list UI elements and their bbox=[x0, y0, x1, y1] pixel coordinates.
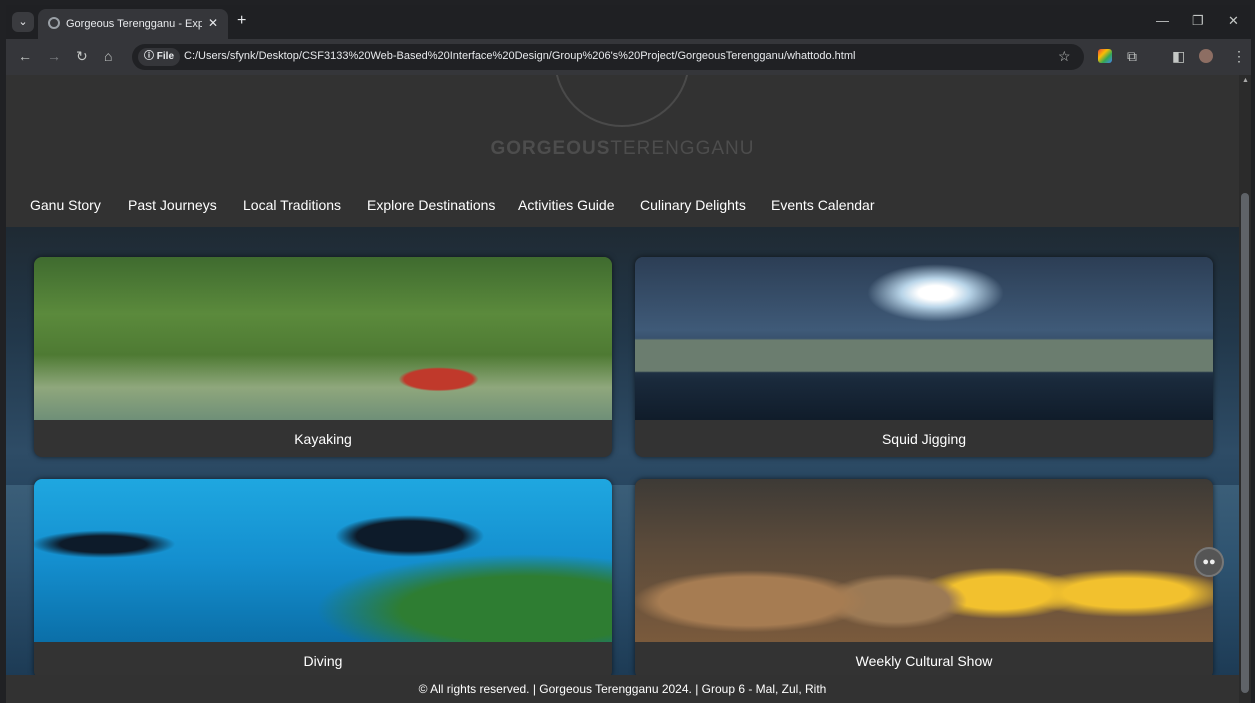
nav-past-journeys[interactable]: Past Journeys bbox=[128, 197, 217, 213]
diving-image bbox=[34, 479, 612, 642]
address-bar[interactable]: ⓘ File C:/Users/sfynk/Desktop/CSF3133%20… bbox=[132, 44, 1084, 70]
tab-title: Gorgeous Terengganu - Explore bbox=[66, 18, 202, 30]
scroll-thumb[interactable] bbox=[1241, 193, 1249, 693]
globe-icon bbox=[48, 17, 60, 29]
new-tab-button[interactable]: + bbox=[237, 12, 246, 30]
extensions-puzzle-icon[interactable]: ⧉ bbox=[1127, 48, 1137, 65]
tab-search-chevron-icon[interactable]: ⌄ bbox=[12, 12, 34, 32]
forward-icon[interactable]: → bbox=[47, 48, 61, 64]
file-info-chip[interactable]: ⓘ File bbox=[138, 48, 181, 66]
floating-widget-icon[interactable]: ●● bbox=[1194, 547, 1224, 577]
activity-card-weekly-cultural-show[interactable]: Weekly Cultural Show bbox=[635, 479, 1213, 679]
page-scrollbar[interactable]: ▲ bbox=[1239, 75, 1251, 703]
site-logo[interactable]: GORGEOUSTERENGGANU bbox=[6, 138, 1239, 160]
reload-icon[interactable]: ↻ bbox=[76, 48, 88, 65]
logo-light-text: TERENGGANU bbox=[610, 138, 755, 159]
squid-jigging-image bbox=[635, 257, 1213, 420]
activity-card-kayaking[interactable]: Kayaking bbox=[34, 257, 612, 457]
nav-ganu-story[interactable]: Ganu Story bbox=[30, 197, 101, 213]
profile-avatar[interactable] bbox=[1199, 49, 1213, 63]
close-window-icon[interactable]: ✕ bbox=[1228, 13, 1239, 29]
menu-kebab-icon[interactable]: ⋮ bbox=[1232, 48, 1246, 65]
tab-close-icon[interactable]: ✕ bbox=[208, 16, 218, 30]
browser-window: ⌄ Gorgeous Terengganu - Explore ✕ + — ❐ … bbox=[6, 5, 1251, 703]
back-icon[interactable]: ← bbox=[18, 48, 32, 64]
home-icon[interactable]: ⌂ bbox=[104, 48, 112, 64]
activity-label: Diving bbox=[303, 653, 343, 669]
url-text[interactable]: C:/Users/sfynk/Desktop/CSF3133%20Web-Bas… bbox=[184, 50, 855, 62]
nav-activities-guide[interactable]: Activities Guide bbox=[518, 197, 614, 213]
scroll-up-arrow-icon[interactable]: ▲ bbox=[1242, 77, 1249, 84]
main-nav: Ganu Story Past Journeys Local Tradition… bbox=[6, 185, 1239, 227]
nav-local-traditions[interactable]: Local Traditions bbox=[243, 197, 341, 213]
minimize-icon[interactable]: — bbox=[1156, 13, 1169, 28]
logo-emblem bbox=[554, 75, 690, 127]
activity-card-squid-jigging[interactable]: Squid Jigging bbox=[635, 257, 1213, 457]
nav-events-calendar[interactable]: Events Calendar bbox=[771, 197, 875, 213]
nav-culinary-delights[interactable]: Culinary Delights bbox=[640, 197, 746, 213]
weekly-cultural-show-image bbox=[635, 479, 1213, 642]
logo-bold-text: GORGEOUS bbox=[490, 138, 611, 159]
page-viewport: GORGEOUSTERENGGANU Ganu Story Past Journ… bbox=[6, 75, 1239, 703]
activity-card-diving[interactable]: Diving bbox=[34, 479, 612, 679]
restore-icon[interactable]: ❐ bbox=[1192, 13, 1204, 29]
extension-icon[interactable] bbox=[1098, 49, 1112, 63]
kayaking-image bbox=[34, 257, 612, 420]
nav-explore-destinations[interactable]: Explore Destinations bbox=[367, 197, 495, 213]
browser-toolbar: ← → ↻ ⌂ ⓘ File C:/Users/sfynk/Desktop/CS… bbox=[6, 39, 1251, 75]
activity-label: Kayaking bbox=[294, 431, 352, 447]
side-panel-icon[interactable]: ◧ bbox=[1172, 48, 1185, 65]
page-footer: © All rights reserved. | Gorgeous Tereng… bbox=[6, 675, 1239, 703]
activity-label: Squid Jigging bbox=[881, 431, 967, 447]
bookmark-star-icon[interactable]: ☆ bbox=[1058, 48, 1071, 65]
active-tab[interactable]: Gorgeous Terengganu - Explore ✕ bbox=[38, 9, 228, 39]
tab-strip: ⌄ Gorgeous Terengganu - Explore ✕ + — ❐ … bbox=[6, 5, 1251, 39]
activity-label: Weekly Cultural Show bbox=[855, 653, 993, 669]
